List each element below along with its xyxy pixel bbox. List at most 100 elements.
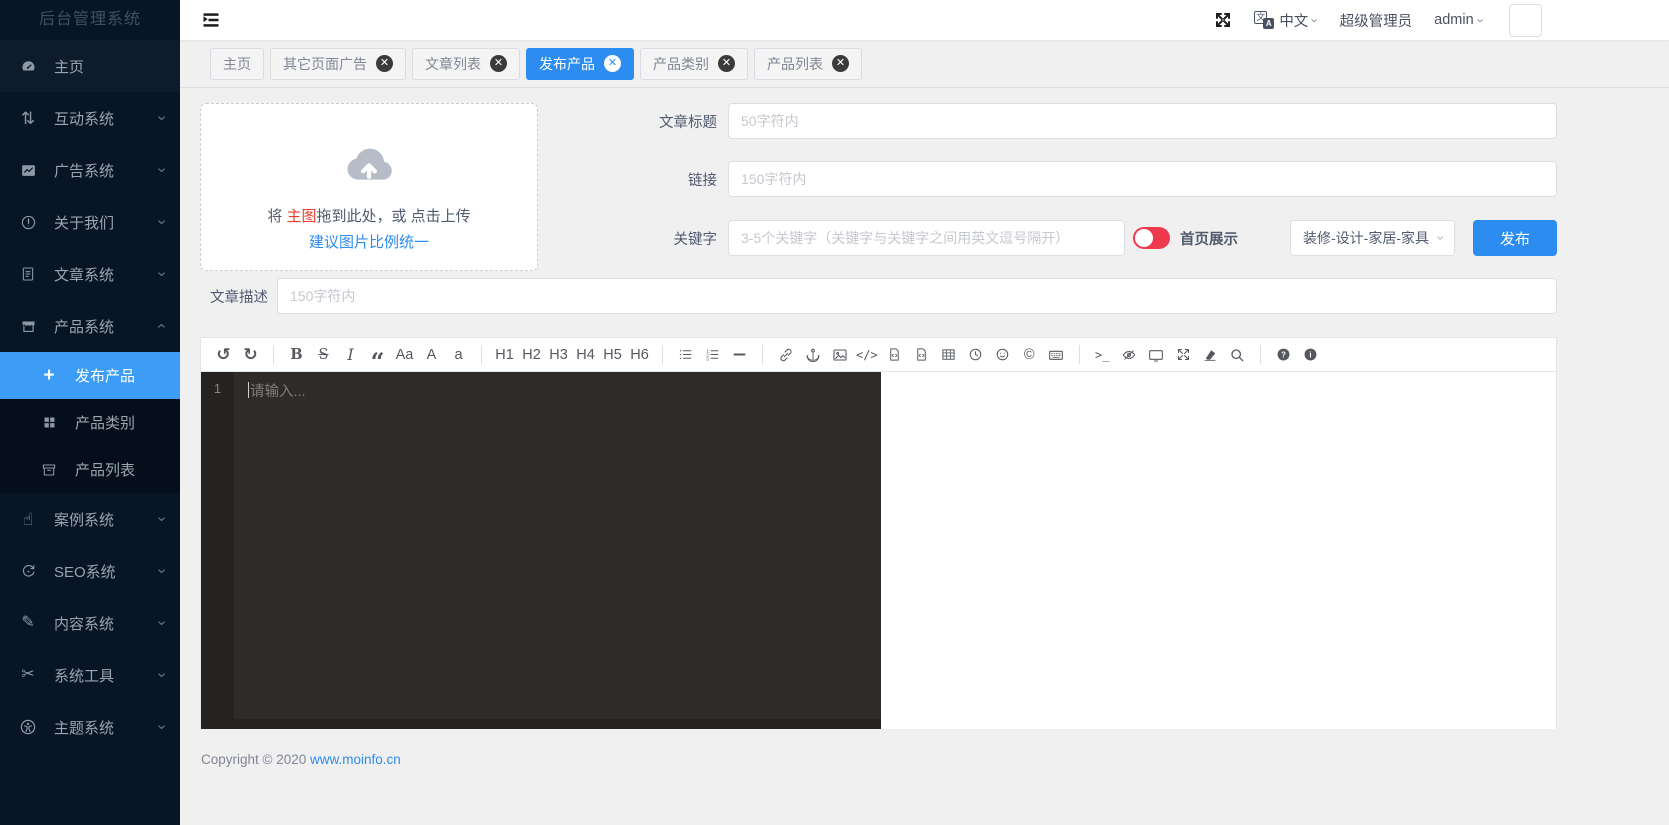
- chevron-down-icon: ›: [153, 219, 171, 225]
- sidebar-item-home[interactable]: 主页: [0, 40, 180, 92]
- preview-off-icon[interactable]: [1119, 342, 1140, 368]
- editor-input-area[interactable]: 请输入...: [234, 372, 881, 729]
- code-block-icon[interactable]: [884, 342, 905, 368]
- link-input[interactable]: [728, 161, 1557, 197]
- collapse-menu-icon[interactable]: [201, 10, 221, 30]
- sidebar-item-label: 关于我们: [54, 214, 115, 232]
- emoji-icon[interactable]: [992, 342, 1013, 368]
- heading-4-button[interactable]: H4: [575, 342, 596, 368]
- search-icon[interactable]: [1227, 342, 1248, 368]
- open-tabs-bar: 主页 其它页面广告 ✕ 文章列表 ✕ 发布产品 ✕ 产品类别 ✕ 产品列表 ✕: [180, 40, 1669, 88]
- fullscreen-icon[interactable]: [1173, 342, 1194, 368]
- info-icon[interactable]: i: [1300, 342, 1321, 368]
- language-switcher[interactable]: 文A 中文 ›: [1254, 10, 1323, 31]
- dashboard-icon: [17, 58, 39, 75]
- hr-icon[interactable]: [729, 342, 750, 368]
- translate-icon: 文A: [1254, 11, 1275, 29]
- sidebar-item-product-list[interactable]: 产品列表: [0, 446, 180, 493]
- close-icon[interactable]: ✕: [490, 55, 507, 72]
- tab-product-category[interactable]: 产品类别 ✕: [640, 47, 748, 80]
- sidebar-item-theme[interactable]: 主题系统 ›: [0, 701, 180, 753]
- clear-icon[interactable]: [1200, 342, 1221, 368]
- tab-other-page-ad[interactable]: 其它页面广告 ✕: [270, 47, 406, 80]
- close-icon[interactable]: ✕: [832, 55, 849, 72]
- home-show-toggle[interactable]: [1133, 227, 1170, 249]
- sidebar-item-tools[interactable]: ✂ 系统工具 ›: [0, 649, 180, 701]
- strikethrough-button[interactable]: S: [313, 342, 334, 368]
- sidebar-item-ads[interactable]: 广告系统 ›: [0, 144, 180, 196]
- tab-label: 发布产品: [539, 55, 595, 72]
- category-select[interactable]: 装修-设计-家居-家具 ›: [1290, 220, 1455, 256]
- close-icon[interactable]: ✕: [604, 55, 621, 72]
- chevron-down-icon: ›: [1307, 17, 1323, 23]
- sidebar-item-case[interactable]: ☝ 案例系统 ›: [0, 493, 180, 545]
- code-inline-button[interactable]: </>: [856, 342, 878, 368]
- editor-toolbar: ↺ ↻ B S I “Aa Aa H1 H2 H3 H4 H5 H6 1 2 3 </> © >_? i: [200, 337, 1557, 373]
- heading-3-button[interactable]: H3: [548, 342, 569, 368]
- sidebar-item-product[interactable]: 产品系统 ›: [0, 300, 180, 352]
- sidebar-item-product-category[interactable]: 产品类别: [0, 399, 180, 446]
- avatar[interactable]: [1509, 3, 1542, 37]
- upload-ratio-hint-link[interactable]: 建议图片比例统一: [201, 231, 537, 252]
- italic-button[interactable]: I: [340, 342, 361, 368]
- close-icon[interactable]: ✕: [718, 55, 735, 72]
- publish-button[interactable]: 发布: [1473, 220, 1557, 256]
- editor-bottom-scrollbar[interactable]: [234, 719, 881, 729]
- article-title-label: 文章标题: [659, 114, 717, 131]
- tab-publish-product[interactable]: 发布产品 ✕: [526, 47, 634, 80]
- language-label: 中文: [1279, 13, 1309, 30]
- bold-button[interactable]: B: [286, 342, 307, 368]
- line-number: 1: [214, 382, 221, 396]
- heading-2-button[interactable]: H2: [521, 342, 542, 368]
- keyboard-icon[interactable]: [1046, 342, 1067, 368]
- sidebar-item-article[interactable]: 文章系统 ›: [0, 248, 180, 300]
- sidebar-item-label: 主题系统: [54, 719, 115, 737]
- header-right: 文A 中文 › 超级管理员 admin ›: [1214, 3, 1542, 37]
- sidebar-item-content[interactable]: ✎ 内容系统 ›: [0, 597, 180, 649]
- sidebar-item-about[interactable]: 关于我们 ›: [0, 196, 180, 248]
- editor-code-pane[interactable]: 1 请输入...: [201, 372, 881, 729]
- font-size-button[interactable]: Aa: [394, 342, 415, 368]
- undo-icon[interactable]: ↺: [213, 342, 234, 368]
- redo-icon[interactable]: ↻: [240, 342, 261, 368]
- close-icon[interactable]: ✕: [376, 55, 393, 72]
- table-icon[interactable]: [938, 342, 959, 368]
- datetime-icon[interactable]: [965, 342, 986, 368]
- article-desc-input[interactable]: [277, 278, 1557, 314]
- article-title-input[interactable]: [728, 103, 1557, 139]
- fullscreen-icon[interactable]: [1214, 11, 1232, 29]
- copyright-button[interactable]: ©: [1019, 342, 1040, 368]
- footer-site-link[interactable]: www.moinfo.cn: [310, 752, 401, 767]
- quote-icon[interactable]: “: [367, 342, 388, 373]
- heading-1-button[interactable]: H1: [494, 342, 515, 368]
- list-ul-icon[interactable]: [675, 342, 696, 368]
- toolbar-divider: [1259, 345, 1261, 364]
- svg-text:?: ?: [1281, 350, 1286, 359]
- tab-article-list[interactable]: 文章列表 ✕: [412, 47, 520, 80]
- help-icon[interactable]: ?: [1273, 342, 1294, 368]
- heading-5-button[interactable]: H5: [602, 342, 623, 368]
- main-image-upload-dropzone[interactable]: 将 主图拖到此处，或 点击上传 建议图片比例统一: [200, 103, 538, 271]
- browser-preview-icon[interactable]: [1146, 342, 1167, 368]
- sidebar-item-seo[interactable]: SEO系统 ›: [0, 545, 180, 597]
- link-icon[interactable]: [775, 342, 796, 368]
- markdown-editor: ↺ ↻ B S I “Aa Aa H1 H2 H3 H4 H5 H6 1 2 3 </> © >_? i 1 请输入.…: [200, 337, 1557, 729]
- heading-6-button[interactable]: H6: [629, 342, 650, 368]
- anchor-icon[interactable]: [802, 342, 823, 368]
- html-block-icon[interactable]: [911, 342, 932, 368]
- tab-product-list[interactable]: 产品列表 ✕: [754, 47, 862, 80]
- toolbar-divider: [481, 345, 482, 364]
- svg-text:3: 3: [706, 356, 709, 361]
- uppercase-button[interactable]: A: [421, 342, 442, 368]
- image-icon[interactable]: [829, 342, 850, 368]
- sidebar-item-publish-product[interactable]: + 发布产品: [0, 352, 180, 399]
- tab-home[interactable]: 主页: [210, 47, 264, 80]
- terminal-button[interactable]: >_: [1092, 342, 1113, 368]
- text-cursor: [248, 382, 249, 398]
- lowercase-button[interactable]: a: [448, 342, 469, 368]
- list-ol-icon[interactable]: 123: [702, 342, 723, 368]
- user-menu[interactable]: admin ›: [1434, 12, 1488, 28]
- sidebar-item-interaction[interactable]: ⇅ 互动系统 ›: [0, 92, 180, 144]
- keywords-input[interactable]: [728, 220, 1125, 256]
- chevron-down-icon: ›: [153, 115, 171, 121]
